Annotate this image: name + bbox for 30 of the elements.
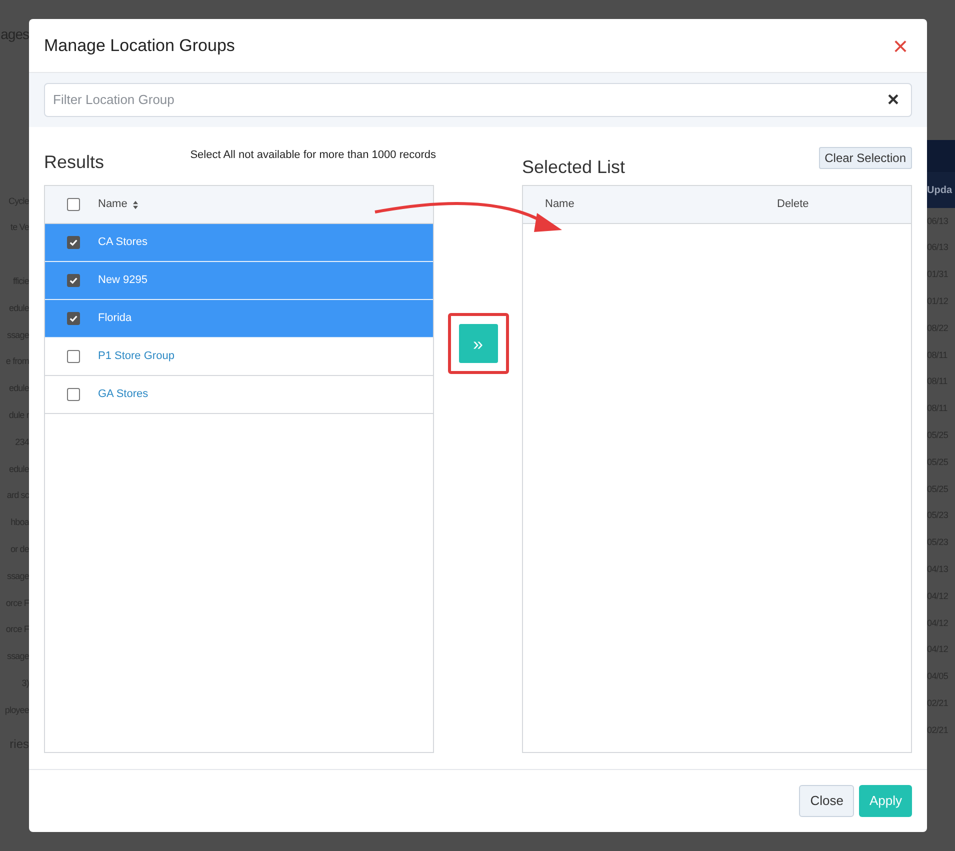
checkbox[interactable] [67, 350, 80, 363]
location-group-name[interactable]: Florida [98, 310, 132, 327]
move-button[interactable]: » [458, 324, 498, 363]
apply-button[interactable]: Apply [859, 785, 912, 817]
sort-icon[interactable] [132, 200, 140, 210]
column-header: Delete [777, 197, 809, 212]
close-button[interactable]: Close [799, 785, 854, 817]
location-group-name[interactable]: New 9295 [98, 272, 148, 289]
location-group-name[interactable]: GA Stores [98, 386, 148, 403]
column-header: Name [98, 197, 128, 212]
result-row[interactable]: New 9295 [45, 262, 433, 300]
filter-field[interactable]: Filter Location Group × [44, 83, 912, 117]
clear-selection-button[interactable]: Clear Selection [818, 147, 912, 169]
checkbox[interactable] [67, 388, 80, 401]
result-row[interactable]: CA Stores [45, 224, 433, 262]
clear-button[interactable]: × [883, 90, 903, 110]
location-group-name[interactable]: P1 Store Group [98, 348, 174, 365]
panel-heading: Results [44, 151, 104, 174]
panel-heading: Selected List [522, 156, 626, 179]
info-note: Select All not available for more than 1000 records [190, 148, 436, 163]
location-group-name[interactable]: CA Stores [98, 234, 148, 251]
checkbox[interactable] [67, 198, 80, 211]
checkbox[interactable] [67, 236, 80, 249]
result-row[interactable]: Florida [45, 300, 433, 338]
checkbox[interactable] [67, 312, 80, 325]
column-header: Upda [927, 184, 952, 198]
column-header: Name [545, 197, 576, 212]
dialog-title: Manage Location Groups [44, 34, 235, 57]
checkbox[interactable] [67, 274, 80, 287]
close-button[interactable]: × [888, 32, 912, 58]
